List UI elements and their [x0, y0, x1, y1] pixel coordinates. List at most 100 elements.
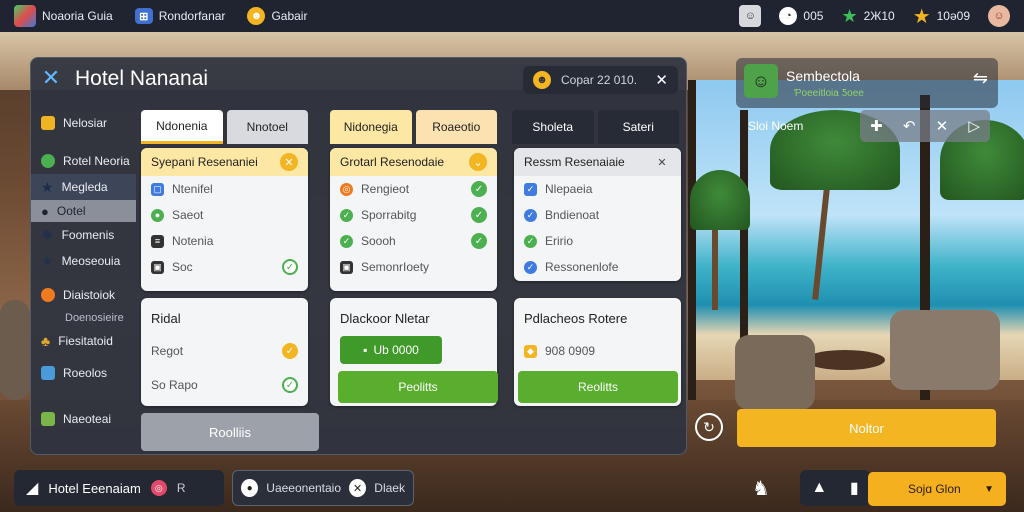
tab-col3-b[interactable]: Sateri — [597, 110, 679, 144]
collapse-icon[interactable]: ✕ — [936, 117, 949, 135]
col2-action-button[interactable]: Peolitts — [338, 371, 498, 403]
search-pill[interactable]: ● Uaeeonentaio ✕ Dlaek — [232, 470, 414, 506]
person-icon[interactable]: ▲ — [811, 479, 827, 497]
close-icon[interactable]: ✕ — [653, 153, 671, 171]
tab-col2-b[interactable]: Roaeotio — [415, 110, 497, 144]
row-label: SemonrIoety — [361, 260, 430, 274]
list-item[interactable]: ✓ Eririo — [514, 228, 681, 254]
list-item[interactable]: ▣ Soc ✓ — [141, 254, 308, 280]
sidebar-item-8[interactable]: ♣ Fiesitatoid — [31, 328, 136, 354]
list-item[interactable]: Regot ✓ — [141, 338, 308, 364]
sidebar-item-7[interactable]: Doenosieire — [31, 308, 136, 328]
price-chip[interactable]: ▪ Ub 0000 — [340, 336, 442, 364]
tab-col3-a[interactable]: Sholeta — [512, 110, 594, 144]
check-icon: ✓ — [282, 377, 298, 393]
sidebar-item-3[interactable]: ● Ootel — [31, 200, 136, 222]
col1-action-button[interactable]: Roolliis — [141, 413, 319, 451]
list-item[interactable]: ▣ SemonrIoety — [330, 254, 497, 280]
sidebar-item-10[interactable]: Naeoteai — [31, 406, 136, 432]
row-label: Notenia — [172, 234, 214, 248]
sidebar-item-1[interactable]: Rotel Neoria — [31, 148, 136, 174]
list-item[interactable]: ≡ Notenia — [141, 228, 308, 254]
chevron-down-icon[interactable]: ⌄ — [469, 153, 487, 171]
resource-character[interactable]: ☺ — [739, 5, 762, 27]
list-item[interactable]: ✓ Soooh ✓ — [330, 228, 497, 254]
card-header: Grotarl Resenodaie ⌄ — [330, 148, 497, 176]
refresh-icon[interactable]: ↻ — [695, 413, 723, 441]
check-icon: ✓ — [340, 208, 353, 222]
profile-avatar-icon[interactable]: ☺ — [988, 5, 1010, 27]
bird-icon[interactable]: ♞ — [752, 476, 770, 501]
resource-gold[interactable]: ★ 10ǝ09 — [913, 4, 970, 29]
tab-col1-a[interactable]: Ndonenia — [141, 110, 223, 144]
row-label: Regot — [151, 344, 184, 358]
card-title: Pdlacheos Rotere — [524, 310, 628, 326]
puzzle-icon[interactable]: ✚ — [870, 117, 883, 135]
profile-card[interactable]: ☺ Sembectola Ƥoeeitloia Ƽoee ⇋ — [736, 58, 998, 108]
gold-dropdown[interactable]: Sojɑ Glon ▼ — [868, 472, 1006, 506]
list-item[interactable]: ✓ Nlepaeia — [514, 176, 681, 202]
sidebar-item-label: Nelosiar — [63, 116, 108, 130]
card-col1-bottom: Ridal Regot ✓ So Rapo ✓ — [141, 298, 308, 406]
top-bar: Noaoria Guia ⊞ Rondorfanar ☻ Gabair ☺ ◔ … — [0, 0, 1024, 32]
sidebar-item-2[interactable]: ★ Megleda — [31, 174, 136, 200]
avatar: ☺ — [744, 64, 778, 98]
list-item[interactable]: ✓ Sporrabitg ✓ — [330, 202, 497, 228]
check-box-icon: ✓ — [524, 182, 537, 196]
resource-value: 10ǝ09 — [936, 9, 970, 23]
row-label: So Rapo — [151, 378, 198, 392]
sidebar-item-4[interactable]: ✹ Foomenis — [31, 222, 136, 248]
shuffle-icon[interactable]: ⇋ — [973, 68, 988, 89]
sidebar-item-label: Fiesitatoid — [58, 334, 113, 348]
close-icon[interactable]: ✕ — [655, 71, 668, 89]
check-icon: ✓ — [340, 234, 353, 248]
hotel-management-panel: ✕ Hotel Nananai ☻ Copar 22 010. ✕ Nelosi… — [30, 57, 687, 455]
list-item[interactable]: ● Saeot — [141, 202, 308, 228]
row-label: Nlepaeia — [545, 182, 593, 196]
sidebar-item-5[interactable]: ★ Meoseouia — [31, 248, 136, 274]
resource-time[interactable]: ◔ 005 — [779, 7, 823, 25]
sidebar-item-label: Diaistoiok — [63, 288, 116, 302]
sidebar-item-label: Foomenis — [61, 228, 115, 242]
play-icon[interactable]: ▷ — [968, 117, 980, 135]
price-value: 908 0909 — [545, 344, 596, 358]
card-col3-bottom: Pdlacheos Rotere ◆ 908 0909 Reolitts — [514, 298, 681, 406]
undo-icon[interactable]: ↶ — [903, 117, 916, 135]
bottom-bar: ◢ Hotel Eeenaiam ◎ R ● Uaeeonentaio ✕ Dl… — [14, 470, 1014, 508]
chat-icon: ● — [151, 208, 164, 222]
person-icon: ● — [41, 203, 49, 219]
sidebar-item-6[interactable]: Diaistoiok — [31, 282, 136, 308]
hotel-name-pill[interactable]: ◢ Hotel Eeenaiam ◎ R — [14, 470, 224, 506]
cash-icon: ▪ — [363, 343, 368, 357]
target-icon: ◎ — [340, 182, 353, 196]
list-item[interactable]: ✓ Bndienoat — [514, 202, 681, 228]
close-icon[interactable]: ✕ — [280, 153, 298, 171]
profile-sub: Ƥoeeitloia Ƽoee — [794, 88, 864, 99]
badge-label: R — [176, 481, 186, 495]
panel-title: Hotel Nananai — [75, 67, 209, 90]
tab-guide[interactable]: Noaoria Guia — [14, 5, 113, 27]
card-title: Ridal — [151, 310, 181, 326]
tab-col2-a[interactable]: Nidonegia — [330, 110, 412, 144]
main-action-button[interactable]: Noltor — [737, 409, 996, 447]
column-3: Sholeta Sateri — [512, 110, 679, 144]
battery-icon[interactable]: ▮ — [850, 478, 859, 498]
tab-col1-b[interactable]: Nnotoel — [226, 110, 308, 144]
column-1: Ndonenia Nnotoel — [141, 110, 308, 144]
resource-stars[interactable]: ★ 2Ж10 — [841, 6, 894, 27]
sidebar-item-9[interactable]: Roeolos — [31, 360, 136, 386]
list-item[interactable]: ▢ Ntenifel — [141, 176, 308, 202]
list-item[interactable]: So Rapo ✓ — [141, 372, 308, 398]
col3-action-button[interactable]: Reolitts — [518, 371, 678, 403]
coin-check-icon: ✓ — [282, 343, 298, 359]
sidebar-item-label: Doenosieire — [65, 312, 124, 324]
back-arrow-icon[interactable]: ✕ — [39, 67, 63, 91]
tab-renderer[interactable]: ⊞ Rondorfanar — [134, 8, 225, 24]
sidebar-item-label: Rotel Neoria — [63, 154, 130, 168]
sidebar-item-0[interactable]: Nelosiar — [31, 110, 136, 136]
list-item[interactable]: ✓ Ressonenlofe — [514, 254, 681, 280]
tab-gabair[interactable]: ☻ Gabair — [247, 7, 307, 25]
price-row: ◆ 908 0909 — [514, 338, 681, 364]
list-item[interactable]: ◎ Rengieot ✓ — [330, 176, 497, 202]
check-icon: ✓ — [471, 181, 487, 197]
